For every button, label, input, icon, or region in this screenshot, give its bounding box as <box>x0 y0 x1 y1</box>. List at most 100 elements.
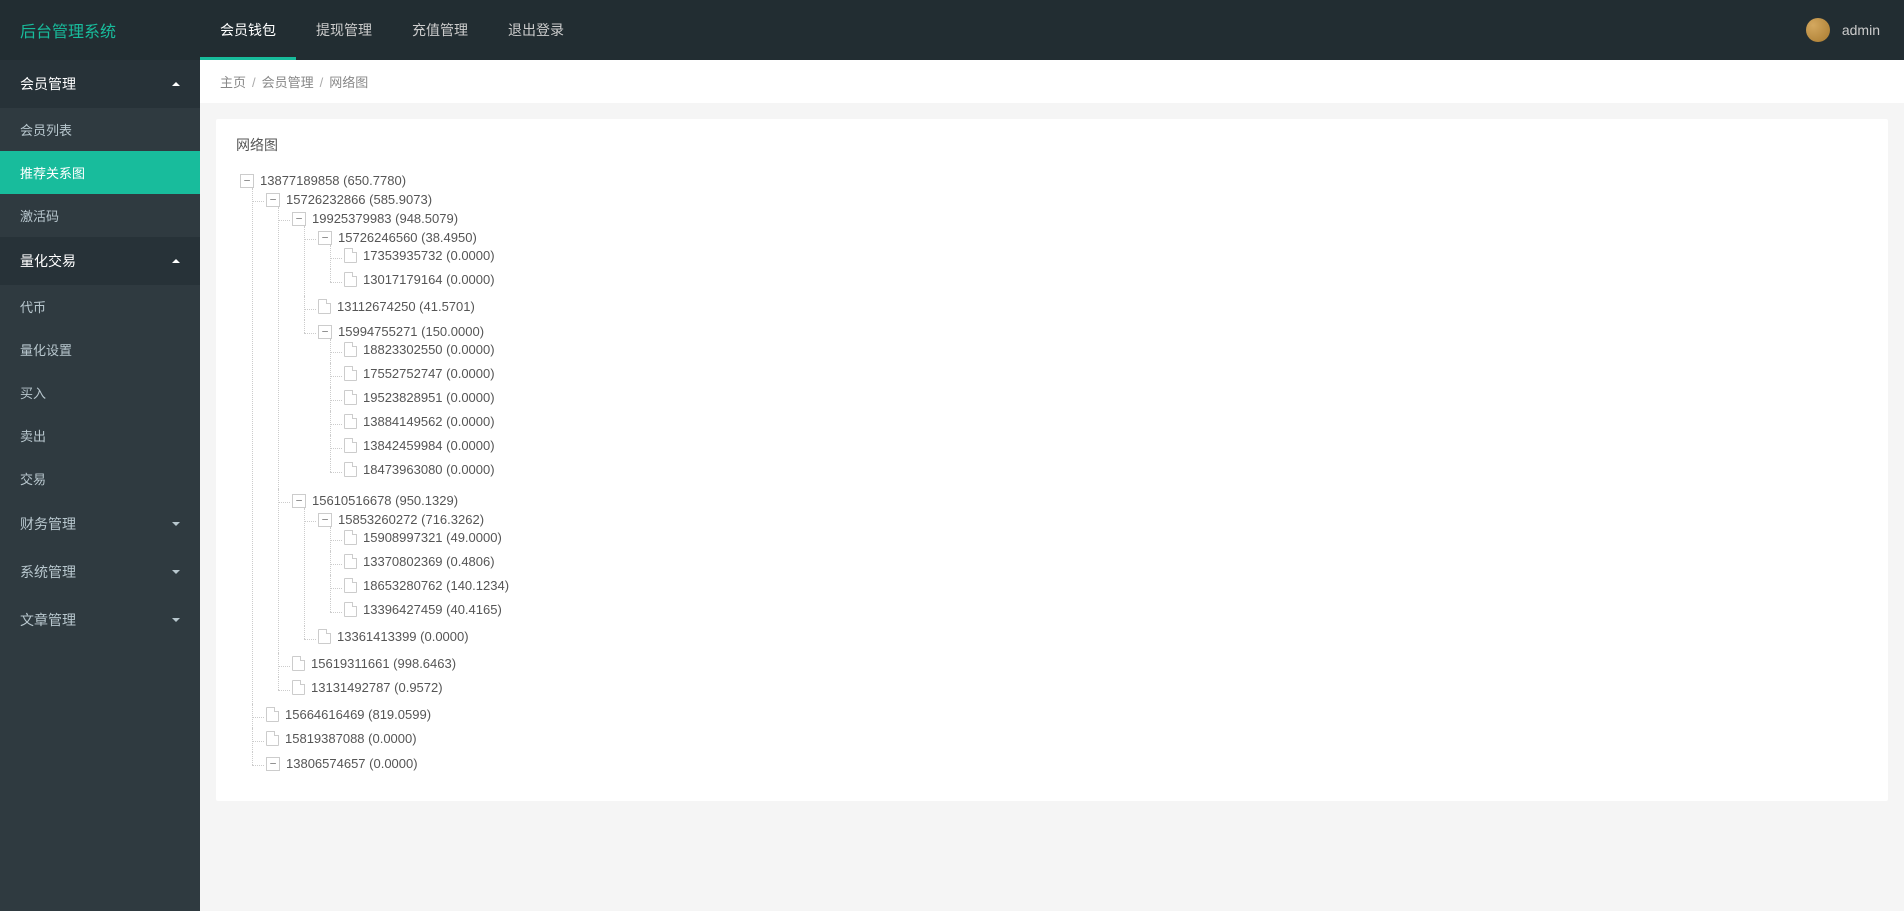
tree-node-li: −13806574657 (0.0000) <box>266 752 1868 774</box>
tree-node[interactable]: −15994755271 (150.0000) <box>318 324 484 339</box>
tree-node[interactable]: −15726232866 (585.9073) <box>266 192 432 207</box>
sidebar-group-label: 财务管理 <box>20 514 76 534</box>
sidebar-group[interactable]: 财务管理 <box>0 500 200 548</box>
tree-node-li: −19925379983 (948.5079)−15726246560 (38.… <box>292 207 1868 489</box>
tree: −13877189858 (650.7780)−15726232866 (585… <box>236 169 1868 777</box>
tree-node-label[interactable]: 18823302550 (0.0000) <box>363 342 495 357</box>
tree-node[interactable]: 13112674250 (41.5701) <box>318 299 475 314</box>
tree-node[interactable]: −13877189858 (650.7780) <box>240 173 406 188</box>
tree-node-label[interactable]: 13842459984 (0.0000) <box>363 438 495 453</box>
user-name: admin <box>1842 22 1880 38</box>
tree-node[interactable]: 13361413399 (0.0000) <box>318 629 469 644</box>
top-nav-item[interactable]: 提现管理 <box>296 0 392 60</box>
sidebar-group[interactable]: 文章管理 <box>0 596 200 644</box>
tree-node[interactable]: 15908997321 (49.0000) <box>344 530 502 545</box>
tree-collapse-icon[interactable]: − <box>318 513 332 527</box>
caret-down-icon <box>172 618 180 622</box>
tree-node-label[interactable]: 13112674250 (41.5701) <box>337 299 475 314</box>
tree-node[interactable]: 17353935732 (0.0000) <box>344 248 495 263</box>
document-icon <box>266 707 279 722</box>
breadcrumb-item[interactable]: 会员管理 <box>262 75 314 90</box>
tree-collapse-icon[interactable]: − <box>266 193 280 207</box>
sidebar-group-label: 会员管理 <box>20 74 76 94</box>
tree-node[interactable]: −15853260272 (716.3262) <box>318 512 484 527</box>
tree-node-label[interactable]: 13370802369 (0.4806) <box>363 554 495 569</box>
sidebar-item[interactable]: 会员列表 <box>0 108 200 151</box>
tree-collapse-icon[interactable]: − <box>292 212 306 226</box>
tree-node-label[interactable]: 15726246560 (38.4950) <box>338 230 477 245</box>
tree-node-label[interactable]: 17353935732 (0.0000) <box>363 248 495 263</box>
tree-node[interactable]: 13017179164 (0.0000) <box>344 272 495 287</box>
tree-node[interactable]: −13806574657 (0.0000) <box>266 756 418 771</box>
tree-node[interactable]: 13370802369 (0.4806) <box>344 554 495 569</box>
top-nav-item[interactable]: 退出登录 <box>488 0 584 60</box>
tree-node-li: 13361413399 (0.0000) <box>318 626 1868 650</box>
tree-node-label[interactable]: 13877189858 (650.7780) <box>260 173 406 188</box>
tree-node-label[interactable]: 19925379983 (948.5079) <box>312 211 458 226</box>
document-icon <box>344 272 357 287</box>
tree-node-label[interactable]: 15994755271 (150.0000) <box>338 324 484 339</box>
tree-node-label[interactable]: 15819387088 (0.0000) <box>285 731 417 746</box>
tree-node[interactable]: 13884149562 (0.0000) <box>344 414 495 429</box>
tree-node-li: −15726246560 (38.4950) 17353935732 (0.000… <box>318 226 1868 296</box>
tree-node-label[interactable]: 18653280762 (140.1234) <box>363 578 509 593</box>
tree-node[interactable]: 13131492787 (0.9572) <box>292 680 443 695</box>
tree-node-label[interactable]: 13806574657 (0.0000) <box>286 756 418 771</box>
tree-node-li: −15726232866 (585.9073)−19925379983 (948… <box>266 188 1868 704</box>
top-nav-item[interactable]: 会员钱包 <box>200 0 296 60</box>
sidebar-item[interactable]: 量化设置 <box>0 328 200 371</box>
sidebar-item[interactable]: 卖出 <box>0 414 200 457</box>
tree-node-label[interactable]: 13131492787 (0.9572) <box>311 680 443 695</box>
tree-node[interactable]: 19523828951 (0.0000) <box>344 390 495 405</box>
sidebar-group-label: 系统管理 <box>20 562 76 582</box>
app-logo[interactable]: 后台管理系统 <box>0 18 200 42</box>
tree-node-label[interactable]: 19523828951 (0.0000) <box>363 390 495 405</box>
tree-node-label[interactable]: 13884149562 (0.0000) <box>363 414 495 429</box>
tree-node-label[interactable]: 15610516678 (950.1329) <box>312 493 458 508</box>
tree-node-label[interactable]: 15664616469 (819.0599) <box>285 707 431 722</box>
tree-node[interactable]: −19925379983 (948.5079) <box>292 211 458 226</box>
tree-node-label[interactable]: 17552752747 (0.0000) <box>363 366 495 381</box>
tree-node-label[interactable]: 13017179164 (0.0000) <box>363 272 495 287</box>
sidebar-group[interactable]: 会员管理 <box>0 60 200 108</box>
tree-node[interactable]: 18473963080 (0.0000) <box>344 462 495 477</box>
panel-title: 网络图 <box>236 135 1868 155</box>
tree-node[interactable]: 13396427459 (40.4165) <box>344 602 502 617</box>
tree-collapse-icon[interactable]: − <box>318 231 332 245</box>
sidebar-group[interactable]: 系统管理 <box>0 548 200 596</box>
tree-node[interactable]: 13842459984 (0.0000) <box>344 438 495 453</box>
tree-node-label[interactable]: 13361413399 (0.0000) <box>337 629 469 644</box>
top-nav-item[interactable]: 充值管理 <box>392 0 488 60</box>
sidebar-item[interactable]: 买入 <box>0 371 200 414</box>
sidebar-item[interactable]: 推荐关系图 <box>0 151 200 194</box>
tree-node[interactable]: 18653280762 (140.1234) <box>344 578 509 593</box>
tree-node[interactable]: 17552752747 (0.0000) <box>344 366 495 381</box>
tree-collapse-icon[interactable]: − <box>318 325 332 339</box>
document-icon <box>344 554 357 569</box>
tree-collapse-icon[interactable]: − <box>292 494 306 508</box>
tree-node-label[interactable]: 13396427459 (40.4165) <box>363 602 502 617</box>
tree-collapse-icon[interactable]: − <box>240 174 254 188</box>
tree-node[interactable]: 15619311661 (998.6463) <box>292 656 456 671</box>
user-area[interactable]: admin <box>1782 18 1904 42</box>
document-icon <box>318 299 331 314</box>
sidebar-group[interactable]: 量化交易 <box>0 237 200 285</box>
top-nav: 会员钱包提现管理充值管理退出登录 <box>200 0 1782 60</box>
tree-node-label[interactable]: 15853260272 (716.3262) <box>338 512 484 527</box>
breadcrumb-item[interactable]: 主页 <box>220 75 246 90</box>
tree-node-label[interactable]: 15908997321 (49.0000) <box>363 530 502 545</box>
tree-node[interactable]: 15819387088 (0.0000) <box>266 731 417 746</box>
sidebar-item[interactable]: 代币 <box>0 285 200 328</box>
tree-node[interactable]: 18823302550 (0.0000) <box>344 342 495 357</box>
tree-collapse-icon[interactable]: − <box>266 757 280 771</box>
tree-node-label[interactable]: 15726232866 (585.9073) <box>286 192 432 207</box>
tree-node[interactable]: −15726246560 (38.4950) <box>318 230 477 245</box>
tree-node-label[interactable]: 18473963080 (0.0000) <box>363 462 495 477</box>
sidebar-item[interactable]: 交易 <box>0 457 200 500</box>
tree-node[interactable]: −15610516678 (950.1329) <box>292 493 458 508</box>
tree-node-label[interactable]: 15619311661 (998.6463) <box>311 656 456 671</box>
sidebar-item[interactable]: 激活码 <box>0 194 200 237</box>
tree-node-li: −15853260272 (716.3262) 15908997321 (49.0… <box>318 508 1868 626</box>
breadcrumb-item[interactable]: 网络图 <box>329 75 368 90</box>
tree-node[interactable]: 15664616469 (819.0599) <box>266 707 431 722</box>
